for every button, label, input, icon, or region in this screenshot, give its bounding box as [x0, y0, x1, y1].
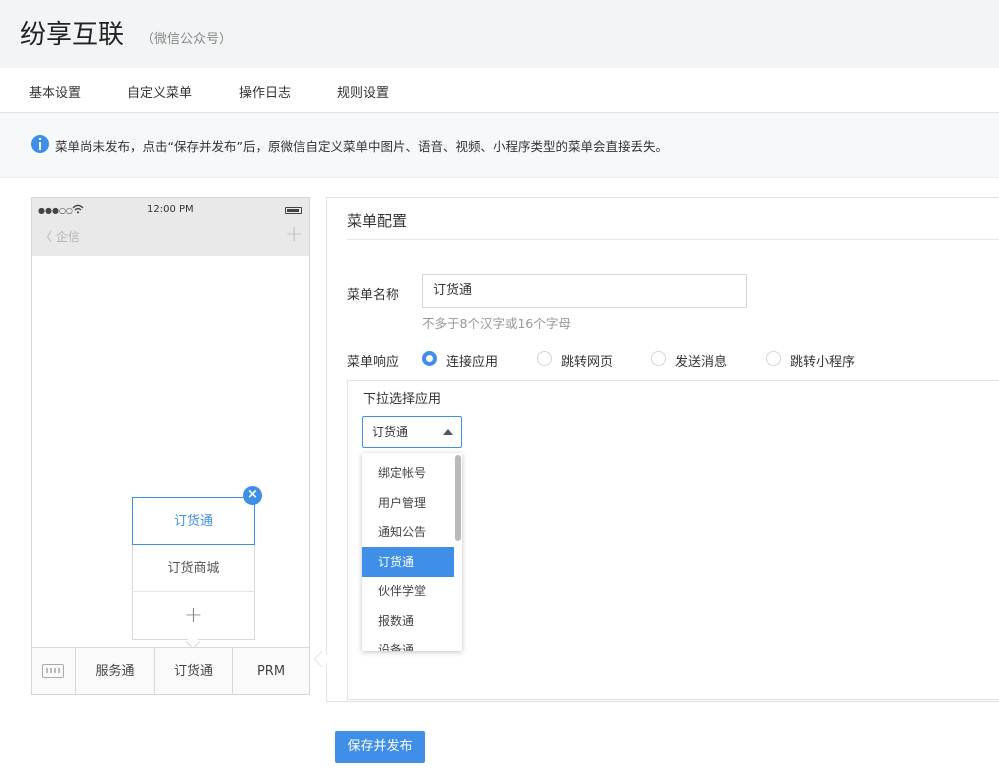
phone-preview: ●●●○○ 12:00 PM 〈 企信 + 订货通 订货商城 + × 服务通 订… [31, 197, 310, 695]
phone-menu-bar: 服务通 订货通 PRM [32, 647, 309, 695]
menu-name-label: 菜单名称 [347, 288, 400, 303]
radio-label: 跳转小程序 [790, 355, 856, 370]
tab-rule-settings[interactable]: 规则设置 [337, 82, 389, 101]
dropdown-option[interactable]: 绑定帐号 [362, 458, 454, 488]
radio-dot [422, 351, 437, 366]
app-select-value: 订货通 [372, 425, 409, 439]
submenu-popup: 订货通 订货商城 + [132, 497, 255, 640]
menu-response-label: 菜单响应 [347, 355, 400, 370]
dropdown-option[interactable]: 伙伴学堂 [362, 576, 454, 606]
app-select-title: 下拉选择应用 [363, 392, 442, 407]
tab-bar: 基本设置 自定义菜单 操作日志 规则设置 [0, 68, 999, 115]
app-dropdown-list: 绑定帐号 用户管理 通知公告 订货通 伙伴学堂 报数通 设备通 [362, 453, 462, 651]
menu-name-input[interactable]: 订货通 [422, 274, 747, 308]
submenu-item[interactable]: 订货商城 [133, 545, 254, 592]
radio-connect-app[interactable]: 连接应用 [422, 351, 498, 370]
info-icon [31, 135, 49, 153]
wifi-icon [72, 204, 84, 217]
dropdown-option[interactable]: 用户管理 [362, 488, 454, 518]
page-subtitle: （微信公众号） [141, 32, 233, 47]
save-publish-button[interactable]: 保存并发布 [335, 731, 425, 763]
dropdown-option[interactable]: 报数通 [362, 606, 454, 636]
close-icon[interactable]: × [243, 486, 262, 505]
signal-icon: ●●●○○ [38, 206, 73, 215]
submenu-item-selected[interactable]: 订货通 [132, 497, 255, 545]
menu-item[interactable]: PRM [232, 648, 309, 695]
radio-label: 发送消息 [675, 355, 728, 370]
radio-label: 连接应用 [446, 355, 499, 370]
notice-bar: 菜单尚未发布，点击“保存并发布”后，原微信自定义菜单中图片、语音、视频、小程序类… [0, 113, 999, 178]
battery-icon [285, 207, 302, 214]
menu-name-hint: 不多于8个汉字或16个字母 [422, 316, 571, 331]
tab-custom-menu[interactable]: 自定义菜单 [117, 82, 203, 115]
add-submenu-button[interactable]: + [133, 592, 254, 639]
caret-up-icon [443, 429, 453, 435]
divider [347, 239, 999, 240]
dropdown-scrollbar[interactable] [455, 455, 461, 541]
phone-status-bar: ●●●○○ 12:00 PM 〈 企信 + [32, 198, 309, 256]
app-select-box: 下拉选择应用 订货通 绑定帐号 用户管理 通知公告 订货通 伙伴学堂 报数通 设… [347, 380, 999, 700]
notice-text: 菜单尚未发布，点击“保存并发布”后，原微信自定义菜单中图片、语音、视频、小程序类… [55, 139, 668, 154]
page-title: 纷享互联 [20, 20, 125, 50]
page-header: 纷享互联 （微信公众号） [0, 0, 999, 68]
tab-operation-log[interactable]: 操作日志 [239, 82, 291, 101]
menu-config-panel: 菜单配置 菜单名称 订货通 不多于8个汉字或16个字母 菜单响应 连接应用 跳转… [326, 197, 999, 702]
radio-dot [766, 351, 781, 366]
plus-icon[interactable]: + [285, 222, 303, 247]
phone-time: 12:00 PM [147, 204, 194, 215]
radio-label: 跳转网页 [561, 355, 614, 370]
menu-item[interactable]: 服务通 [75, 648, 154, 695]
tab-basic-settings[interactable]: 基本设置 [29, 82, 81, 101]
dropdown-option[interactable]: 设备通 [362, 635, 454, 651]
radio-dot [537, 351, 552, 366]
dropdown-option[interactable]: 通知公告 [362, 517, 454, 547]
back-link[interactable]: 〈 企信 [40, 228, 80, 245]
config-heading: 菜单配置 [347, 212, 408, 230]
menu-item-active[interactable]: 订货通 [154, 648, 232, 695]
dropdown-option-selected[interactable]: 订货通 [362, 547, 454, 577]
radio-send-message[interactable]: 发送消息 [651, 351, 727, 370]
radio-dot [651, 351, 666, 366]
radio-jump-web[interactable]: 跳转网页 [537, 351, 613, 370]
keyboard-icon[interactable] [42, 664, 64, 678]
app-select[interactable]: 订货通 [362, 416, 462, 448]
radio-mini-program[interactable]: 跳转小程序 [766, 351, 855, 370]
